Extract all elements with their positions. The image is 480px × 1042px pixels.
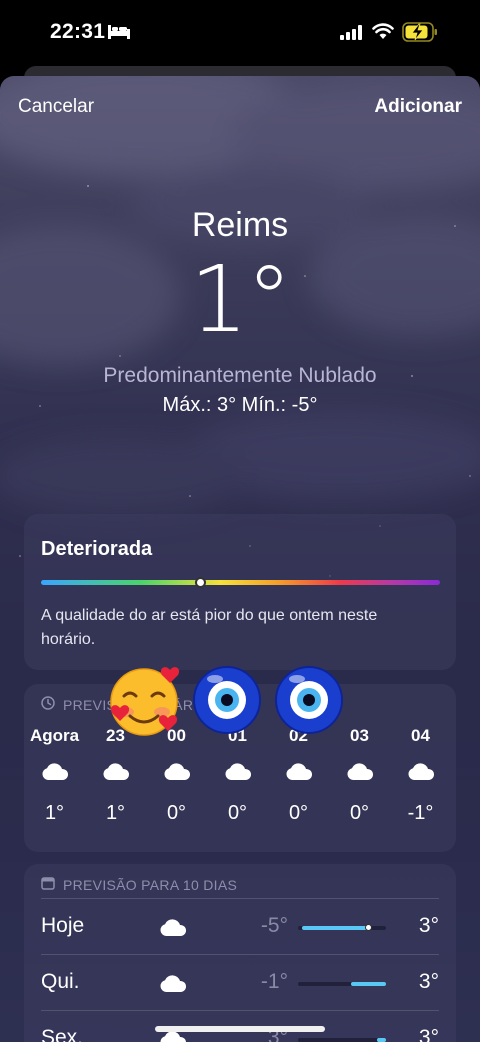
day-low-temperature: -5°	[260, 914, 288, 937]
hour-temperature: 0°	[349, 802, 370, 824]
temperature-range-bar	[298, 924, 386, 931]
status-bar: 22:31	[0, 0, 480, 66]
hour-temperature: 1°	[105, 802, 126, 824]
day-row[interactable]: Hoje -5° 3°	[24, 898, 456, 954]
daily-forecast-card[interactable]: PREVISÃO PARA 10 DIAS Hoje -5° 3° Qui. -1° 3°…	[24, 864, 456, 1042]
day-high-temperature: 3°	[418, 914, 439, 937]
nazar-amulet-emoji	[275, 666, 343, 734]
day-high-temperature: 3°	[418, 1026, 439, 1042]
hour-temperature: 0°	[288, 802, 309, 824]
current-temperature-marker	[364, 924, 372, 931]
temperature-range-bar	[298, 1038, 386, 1042]
nazar-amulet-emoji	[193, 666, 261, 734]
day-name: Sex.	[41, 1026, 84, 1042]
temperature-range-bar	[298, 982, 386, 986]
hour-temperature: -1°	[407, 802, 434, 824]
temperature-range-fill	[302, 926, 369, 930]
smiling-face-with-hearts-emoji	[110, 667, 180, 736]
wifi-icon	[372, 22, 394, 45]
temperature-range-fill	[377, 1038, 386, 1042]
daily-header: PREVISÃO PARA 10 DIAS	[41, 876, 237, 893]
bed-icon	[108, 25, 130, 44]
day-name: Hoje	[41, 914, 85, 937]
row-divider	[41, 954, 439, 955]
row-divider	[41, 898, 439, 899]
day-name: Qui.	[41, 970, 80, 993]
hour-temperature: 0°	[166, 802, 187, 824]
day-high-temperature: 3°	[418, 970, 439, 993]
hour-temperature: 0°	[227, 802, 248, 824]
sticker-layer	[110, 666, 343, 736]
day-row[interactable]: Qui. -1° 3°	[24, 954, 456, 1010]
status-time: 22:31	[50, 20, 106, 43]
calendar-icon	[41, 876, 55, 893]
weather-sheet[interactable]: Cancelar Adicionar Reims 1° Predominante…	[0, 76, 480, 1042]
signal-icon	[340, 25, 364, 45]
battery-charging-icon	[402, 22, 438, 47]
hour-temperature: 1°	[44, 802, 65, 824]
daily-header-label: PREVISÃO PARA 10 DIAS	[63, 876, 238, 893]
day-low-temperature: -1°	[260, 970, 288, 993]
home-indicator[interactable]	[155, 1026, 325, 1032]
cloud-icon	[158, 975, 188, 1000]
row-divider	[41, 1010, 439, 1011]
cloud-icon	[158, 919, 188, 944]
temperature-range-fill	[350, 982, 386, 986]
